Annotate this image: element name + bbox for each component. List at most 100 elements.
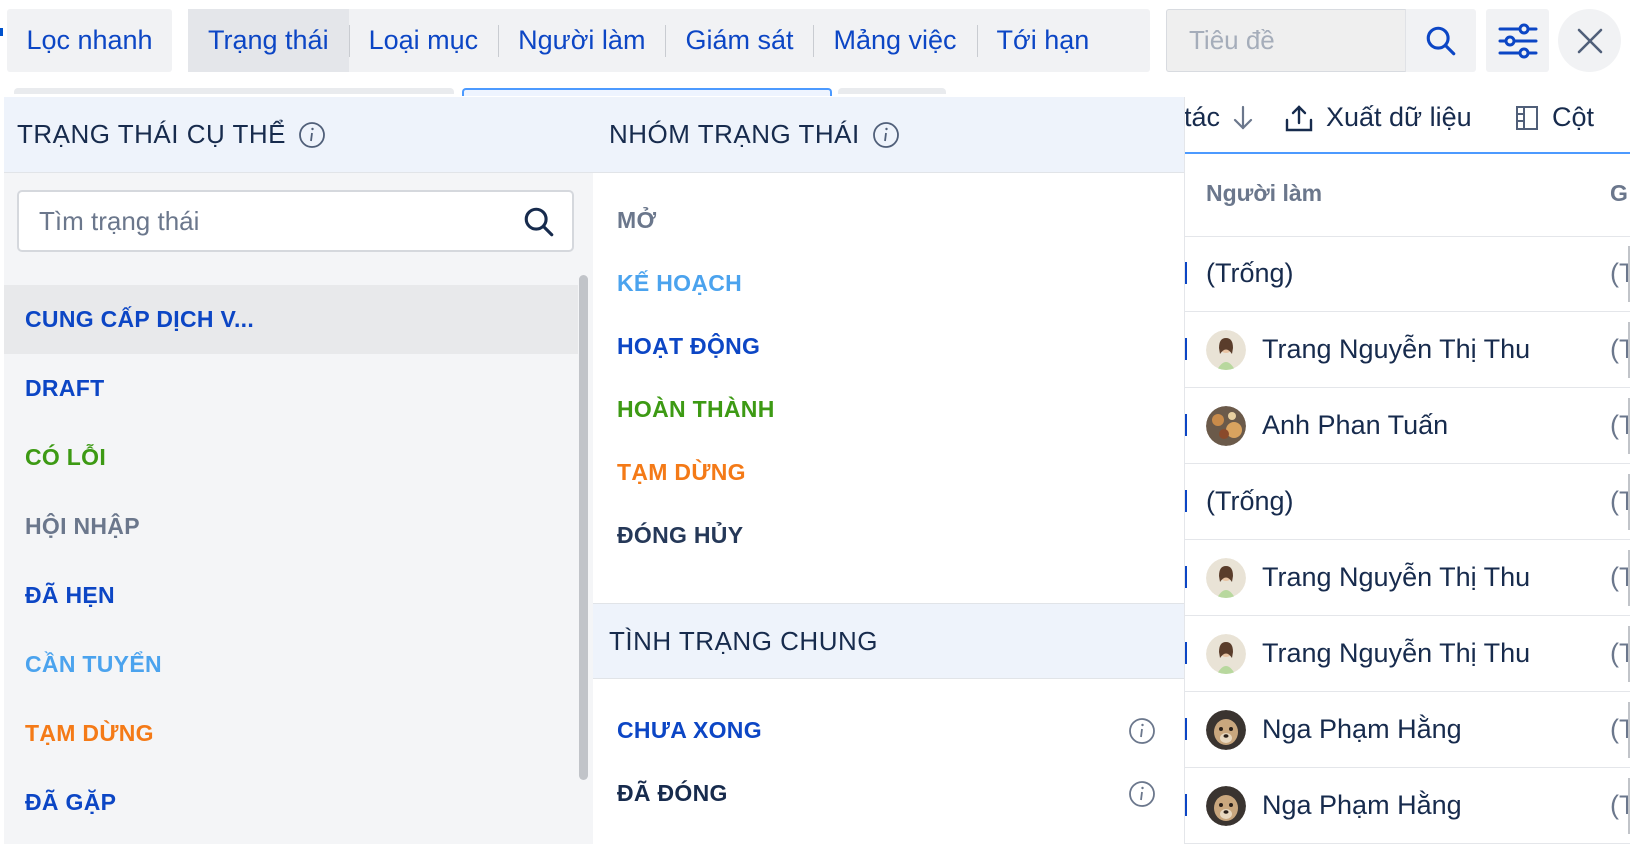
assignee-name: (Trống) [1206, 486, 1294, 516]
table-row[interactable]: (Trống) (T [1184, 464, 1630, 540]
status-item[interactable]: ĐÃ GẶP [4, 768, 578, 837]
table-header: Người làm G [1184, 154, 1630, 237]
status-search-input[interactable] [19, 192, 509, 250]
table-row[interactable]: Nga Phạm Hằng (T [1184, 692, 1630, 768]
table-row[interactable]: Trang Nguyễn Thị Thu (T [1184, 540, 1630, 616]
status-group-item[interactable]: MỞ [593, 189, 1184, 252]
status-item[interactable]: TẠM DỪNG [4, 699, 578, 768]
sort-button[interactable]: tác [1184, 102, 1256, 133]
status-item[interactable]: CẦN TUYỂN [4, 630, 578, 699]
table-row[interactable]: Trang Nguyễn Thị Thu (T [1184, 616, 1630, 692]
sliders-icon [1498, 23, 1537, 58]
title-search [1166, 9, 1476, 72]
specific-status-title: TRẠNG THÁI CỤ THỂ [17, 119, 287, 149]
status-group-item[interactable]: HOÀN THÀNH [593, 378, 1184, 441]
general-status-label: ĐÃ ĐÓNG [617, 780, 728, 806]
cell-value: (T [1610, 258, 1630, 288]
info-icon[interactable] [1128, 717, 1156, 745]
table-row[interactable]: Anh Phan Tuấn (T [1184, 388, 1630, 464]
background-tab [14, 88, 454, 94]
assignee-name: Trang Nguyễn Thị Thu [1262, 562, 1531, 592]
edge-marker [0, 28, 3, 36]
status-group-item[interactable]: TẠM DỪNG [593, 441, 1184, 504]
status-group-item[interactable]: ĐÓNG HỦY [593, 504, 1184, 567]
tab-supervisor[interactable]: Giám sát [665, 9, 813, 72]
dog-avatar [1206, 710, 1246, 750]
status-item[interactable]: CUNG CẤP DỊCH V... [4, 285, 578, 354]
quick-filter-button[interactable]: Lọc nhanh [7, 9, 172, 72]
close-button[interactable] [1558, 9, 1621, 72]
cell-value: (T [1610, 638, 1630, 668]
table-row[interactable]: Nga Phạm Hằng (T [1184, 768, 1630, 844]
search-icon [1426, 26, 1456, 55]
tab-assignee[interactable]: Người làm [498, 9, 665, 72]
status-item[interactable]: CÓ LỖI [4, 423, 578, 492]
arrow-down-icon [1233, 105, 1253, 130]
column-header-next[interactable]: G [1610, 180, 1628, 207]
info-icon[interactable] [298, 121, 326, 149]
table-rows: (Trống) (T Trang Nguyễn Thị Thu (T Anh P… [1184, 236, 1630, 844]
columns-button[interactable]: Cột [1514, 102, 1594, 133]
assignee-name: Trang Nguyễn Thị Thu [1262, 334, 1531, 364]
status-group-title: NHÓM TRẠNG THÁI [609, 119, 860, 149]
status-group-item[interactable]: HOẠT ĐỘNG [593, 315, 1184, 378]
scrollbar-thumb[interactable] [579, 275, 588, 780]
general-status-label: CHƯA XONG [617, 717, 762, 743]
table-toolbar: tác Xuất dữ liệu Cột [1184, 84, 1630, 154]
work-items-table-area: tác Xuất dữ liệu Cột Người làm G (Trống)… [1184, 84, 1630, 844]
tab-due-date[interactable]: Tới hạn [976, 9, 1110, 72]
column-header-assignee[interactable]: Người làm [1206, 180, 1322, 207]
close-icon [1577, 28, 1602, 53]
assignee-name: Nga Phạm Hằng [1262, 790, 1462, 820]
background-tab-active [462, 88, 832, 96]
woman-avatar [1206, 330, 1246, 370]
woman-avatar [1206, 634, 1246, 674]
status-item[interactable]: ĐÃ HẸN [4, 561, 578, 630]
tab-item-type[interactable]: Loại mục [348, 9, 499, 72]
man-avatar [1206, 406, 1246, 446]
cell-value: (T [1610, 486, 1630, 516]
cell-value: (T [1610, 562, 1630, 592]
sort-label: tác [1184, 102, 1221, 132]
general-status-title: TÌNH TRẠNG CHUNG [609, 625, 878, 656]
general-status-item[interactable]: ĐÃ ĐÓNG [593, 762, 1184, 825]
status-item[interactable]: DRAFT [4, 354, 578, 423]
assignee-name: Anh Phan Tuấn [1262, 410, 1449, 440]
status-group-panel: NHÓM TRẠNG THÁI MỞ KẾ HOẠCH HOẠT ĐỘNG HO… [593, 97, 1185, 844]
upload-icon [1285, 104, 1313, 131]
cell-value: (T [1610, 714, 1630, 744]
specific-status-panel: TRẠNG THÁI CỤ THỂ CUNG CẤP DỊCH V... DRA… [4, 97, 595, 844]
search-button[interactable] [1406, 9, 1476, 72]
assignee-name: Nga Phạm Hằng [1262, 714, 1462, 744]
general-status-header: TÌNH TRẠNG CHUNG [593, 603, 1184, 679]
general-status-item[interactable]: CHƯA XONG [593, 699, 1184, 762]
assignee-name: Trang Nguyễn Thị Thu [1262, 638, 1531, 668]
title-search-input[interactable] [1166, 9, 1406, 72]
dog-avatar [1206, 786, 1246, 826]
search-icon[interactable] [522, 205, 556, 239]
status-item[interactable]: HỘI NHẬP [4, 492, 578, 561]
cell-value: (T [1610, 790, 1630, 820]
table-row[interactable]: (Trống) (T [1184, 236, 1630, 312]
tab-work-area[interactable]: Mảng việc [813, 9, 976, 72]
info-icon[interactable] [1128, 780, 1156, 808]
table-row[interactable]: Trang Nguyễn Thị Thu (T [1184, 312, 1630, 388]
export-label: Xuất dữ liệu [1326, 102, 1472, 132]
specific-status-list: CUNG CẤP DỊCH V... DRAFT CÓ LỖI HỘI NHẬP… [4, 285, 578, 837]
status-group-header: NHÓM TRẠNG THÁI [593, 97, 1184, 173]
tab-status[interactable]: Trạng thái [188, 9, 349, 72]
status-search [17, 190, 574, 252]
info-icon[interactable] [872, 121, 900, 149]
cell-value: (T [1610, 410, 1630, 440]
woman-avatar [1206, 558, 1246, 598]
status-list-scrollbar[interactable] [578, 275, 588, 844]
columns-icon [1516, 105, 1538, 130]
columns-label: Cột [1552, 102, 1595, 132]
cell-value: (T [1610, 334, 1630, 364]
export-data-button[interactable]: Xuất dữ liệu [1284, 102, 1472, 133]
filter-settings-button[interactable] [1486, 9, 1549, 72]
assignee-name: (Trống) [1206, 258, 1294, 288]
status-group-item[interactable]: KẾ HOẠCH [593, 252, 1184, 315]
filter-tabs: Trạng thái Loại mục Người làm Giám sát M… [188, 9, 1150, 72]
general-status-list: CHƯA XONG ĐÃ ĐÓNG [593, 699, 1184, 825]
